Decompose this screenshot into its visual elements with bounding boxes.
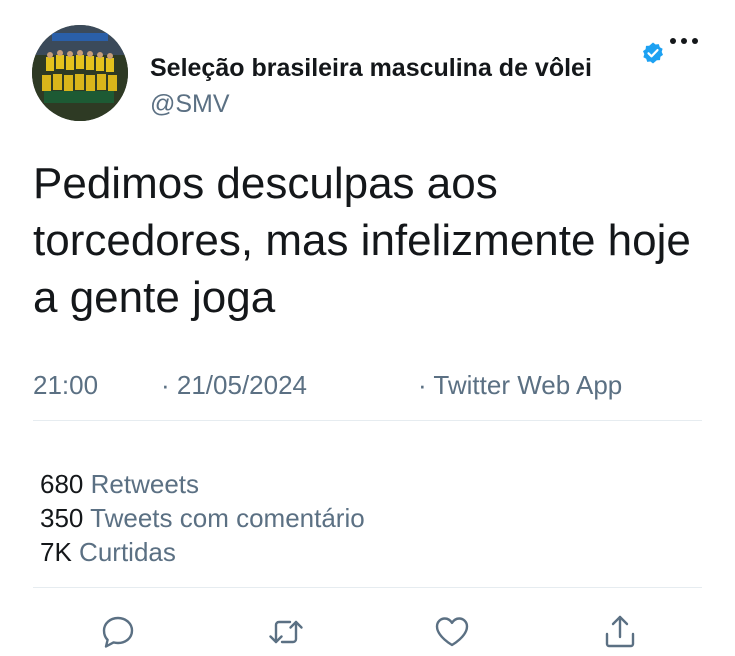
verified-badge-icon: [643, 42, 663, 64]
divider: [33, 587, 702, 588]
tweet-stats: 680 Retweets 350 Tweets com comentário 7…: [40, 467, 365, 569]
retweet-icon: [269, 620, 303, 644]
divider: [33, 420, 702, 421]
tweet-time[interactable]: 21:00: [33, 370, 98, 401]
likes-count: 7K: [40, 537, 72, 567]
share-icon: [605, 615, 635, 648]
retweets-label: Retweets: [90, 469, 200, 499]
quote-tweets-count: 350: [40, 503, 84, 533]
more-options-icon[interactable]: [668, 33, 700, 49]
quote-tweets-label: Tweets com comentário: [90, 503, 365, 533]
avatar[interactable]: [32, 25, 128, 121]
tweet-source[interactable]: · Twitter Web App: [418, 370, 622, 401]
tweet-date[interactable]: · 21/05/2024: [161, 370, 307, 401]
likes-stat[interactable]: 7K Curtidas: [40, 535, 365, 569]
retweets-count: 680: [40, 469, 84, 499]
reply-icon: [102, 616, 134, 648]
like-button[interactable]: [432, 612, 472, 652]
reply-button[interactable]: [98, 612, 138, 652]
tweet-text: Pedimos desculpas aos torcedores, mas in…: [33, 159, 691, 322]
handle[interactable]: @SMV: [150, 90, 230, 119]
share-button[interactable]: [600, 612, 640, 652]
like-icon: [435, 617, 469, 647]
team-photo-image: [32, 25, 128, 121]
retweet-button[interactable]: [266, 612, 306, 652]
action-bar: [0, 612, 735, 652]
likes-label: Curtidas: [79, 537, 176, 567]
display-name[interactable]: Seleção brasileira masculina de vôlei: [150, 54, 592, 83]
quote-tweets-stat[interactable]: 350 Tweets com comentário: [40, 501, 365, 535]
retweets-stat[interactable]: 680 Retweets: [40, 467, 365, 501]
